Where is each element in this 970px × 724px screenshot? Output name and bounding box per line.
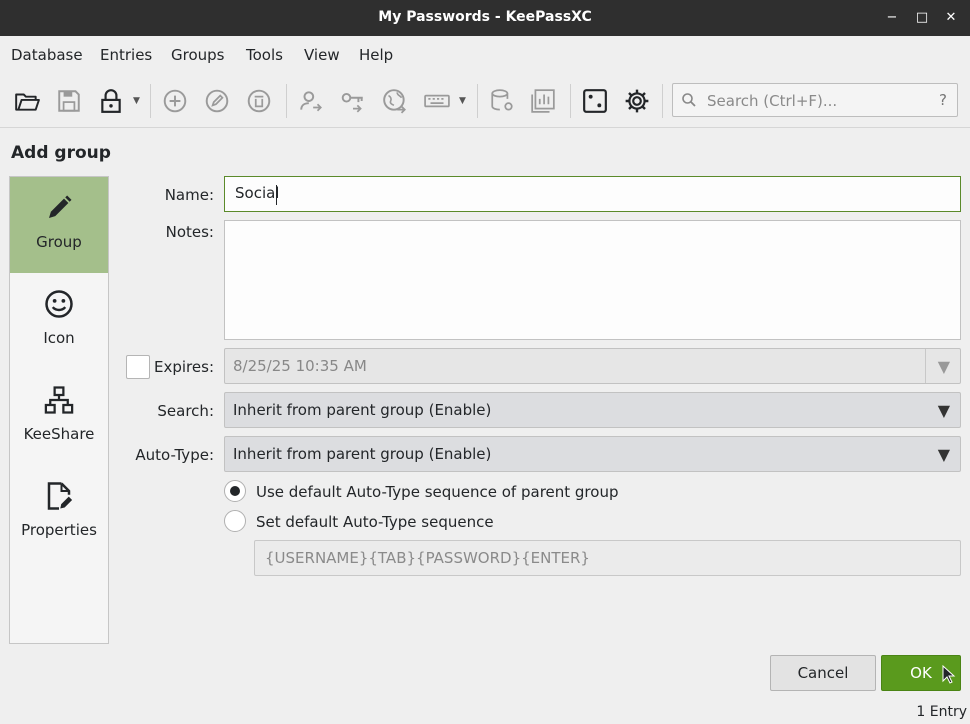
auto-type-icon[interactable]	[422, 86, 452, 116]
menu-tools[interactable]: Tools	[246, 46, 283, 64]
expires-label[interactable]: Expires:	[94, 358, 214, 376]
name-input[interactable]	[235, 184, 897, 202]
toolbar-separator	[570, 84, 571, 118]
copy-url-icon[interactable]	[380, 86, 410, 116]
autotype-label: Auto-Type:	[135, 446, 214, 464]
search-input[interactable]	[707, 90, 917, 112]
sequence-field	[254, 540, 961, 576]
minimize-button[interactable]: −	[883, 9, 901, 27]
settings-icon[interactable]	[622, 86, 652, 116]
mouse-pointer-icon	[942, 665, 956, 684]
smiley-icon	[45, 290, 73, 318]
notes-textarea[interactable]	[224, 220, 961, 340]
search-label: Search:	[157, 402, 214, 420]
window-title: My Passwords - KeePassXC	[378, 9, 592, 25]
pencil-icon	[49, 195, 72, 218]
sidebar-item-label: Properties	[21, 521, 97, 539]
radio-default-sequence[interactable]	[224, 480, 246, 502]
status-entry-count: 1 Entry	[916, 704, 967, 720]
toolbar-separator	[286, 84, 287, 118]
radio-custom-sequence[interactable]	[224, 510, 246, 532]
lock-database-icon[interactable]	[96, 86, 126, 116]
dropdown-arrow-icon: ▼	[937, 401, 950, 420]
open-database-icon[interactable]	[12, 86, 42, 116]
toolbar-separator	[662, 84, 663, 118]
search-box[interactable]: ?	[672, 83, 958, 117]
menu-view[interactable]: View	[304, 46, 340, 64]
network-icon	[44, 386, 74, 414]
menu-help[interactable]: Help	[359, 46, 393, 64]
name-field[interactable]	[224, 176, 961, 212]
text-caret	[276, 185, 277, 205]
copy-password-icon[interactable]	[338, 86, 368, 116]
database-reports-icon[interactable]	[528, 86, 558, 116]
sidebar-item-properties[interactable]: Properties	[10, 465, 108, 561]
title-bar: My Passwords - KeePassXC − □ ✕	[0, 0, 970, 36]
notes-label: Notes:	[165, 223, 214, 241]
menu-entries[interactable]: Entries	[100, 46, 152, 64]
database-settings-icon[interactable]	[487, 86, 517, 116]
search-icon	[682, 93, 696, 107]
document-edit-icon	[47, 482, 73, 510]
lock-menu-caret-icon[interactable]: ▼	[133, 96, 143, 106]
dropdown-arrow-icon: ▼	[937, 357, 950, 376]
sidebar-item-icon[interactable]: Icon	[10, 273, 108, 369]
search-select[interactable]: Inherit from parent group (Enable) ▼	[224, 392, 961, 428]
toolbar-separator	[477, 84, 478, 118]
expires-datetime-field: 8/25/25 10:35 AM ▼	[224, 348, 961, 384]
menu-bar: Database Entries Groups Tools View Help	[0, 36, 970, 74]
cancel-button[interactable]: Cancel	[770, 655, 876, 691]
dropdown-arrow-icon: ▼	[937, 445, 950, 464]
search-help-button[interactable]: ?	[939, 91, 947, 109]
add-entry-icon[interactable]	[160, 86, 190, 116]
autotype-select[interactable]: Inherit from parent group (Enable) ▼	[224, 436, 961, 472]
radio-selected-dot	[230, 486, 240, 496]
copy-username-icon[interactable]	[296, 86, 326, 116]
sidebar-item-label: KeeShare	[23, 425, 95, 443]
password-generator-icon[interactable]	[580, 86, 610, 116]
sequence-input	[265, 549, 945, 567]
menu-database[interactable]: Database	[11, 46, 83, 64]
menu-groups[interactable]: Groups	[171, 46, 224, 64]
edit-entry-icon[interactable]	[202, 86, 232, 116]
save-database-icon[interactable]	[54, 86, 84, 116]
name-label: Name:	[164, 186, 214, 204]
auto-type-caret-icon[interactable]: ▼	[459, 96, 469, 106]
sidebar-item-label: Icon	[43, 329, 75, 347]
search-select-value: Inherit from parent group (Enable)	[233, 401, 492, 419]
maximize-button[interactable]: □	[913, 9, 931, 27]
close-window-button[interactable]: ✕	[942, 9, 960, 27]
autotype-select-value: Inherit from parent group (Enable)	[233, 445, 492, 463]
page-title: Add group	[11, 143, 111, 163]
field-divider	[925, 349, 926, 383]
delete-entry-icon[interactable]	[244, 86, 274, 116]
radio-default-sequence-label[interactable]: Use default Auto-Type sequence of parent…	[256, 483, 618, 501]
radio-custom-sequence-label[interactable]: Set default Auto-Type sequence	[256, 513, 494, 531]
toolbar-separator	[150, 84, 151, 118]
expires-value: 8/25/25 10:35 AM	[233, 357, 367, 375]
